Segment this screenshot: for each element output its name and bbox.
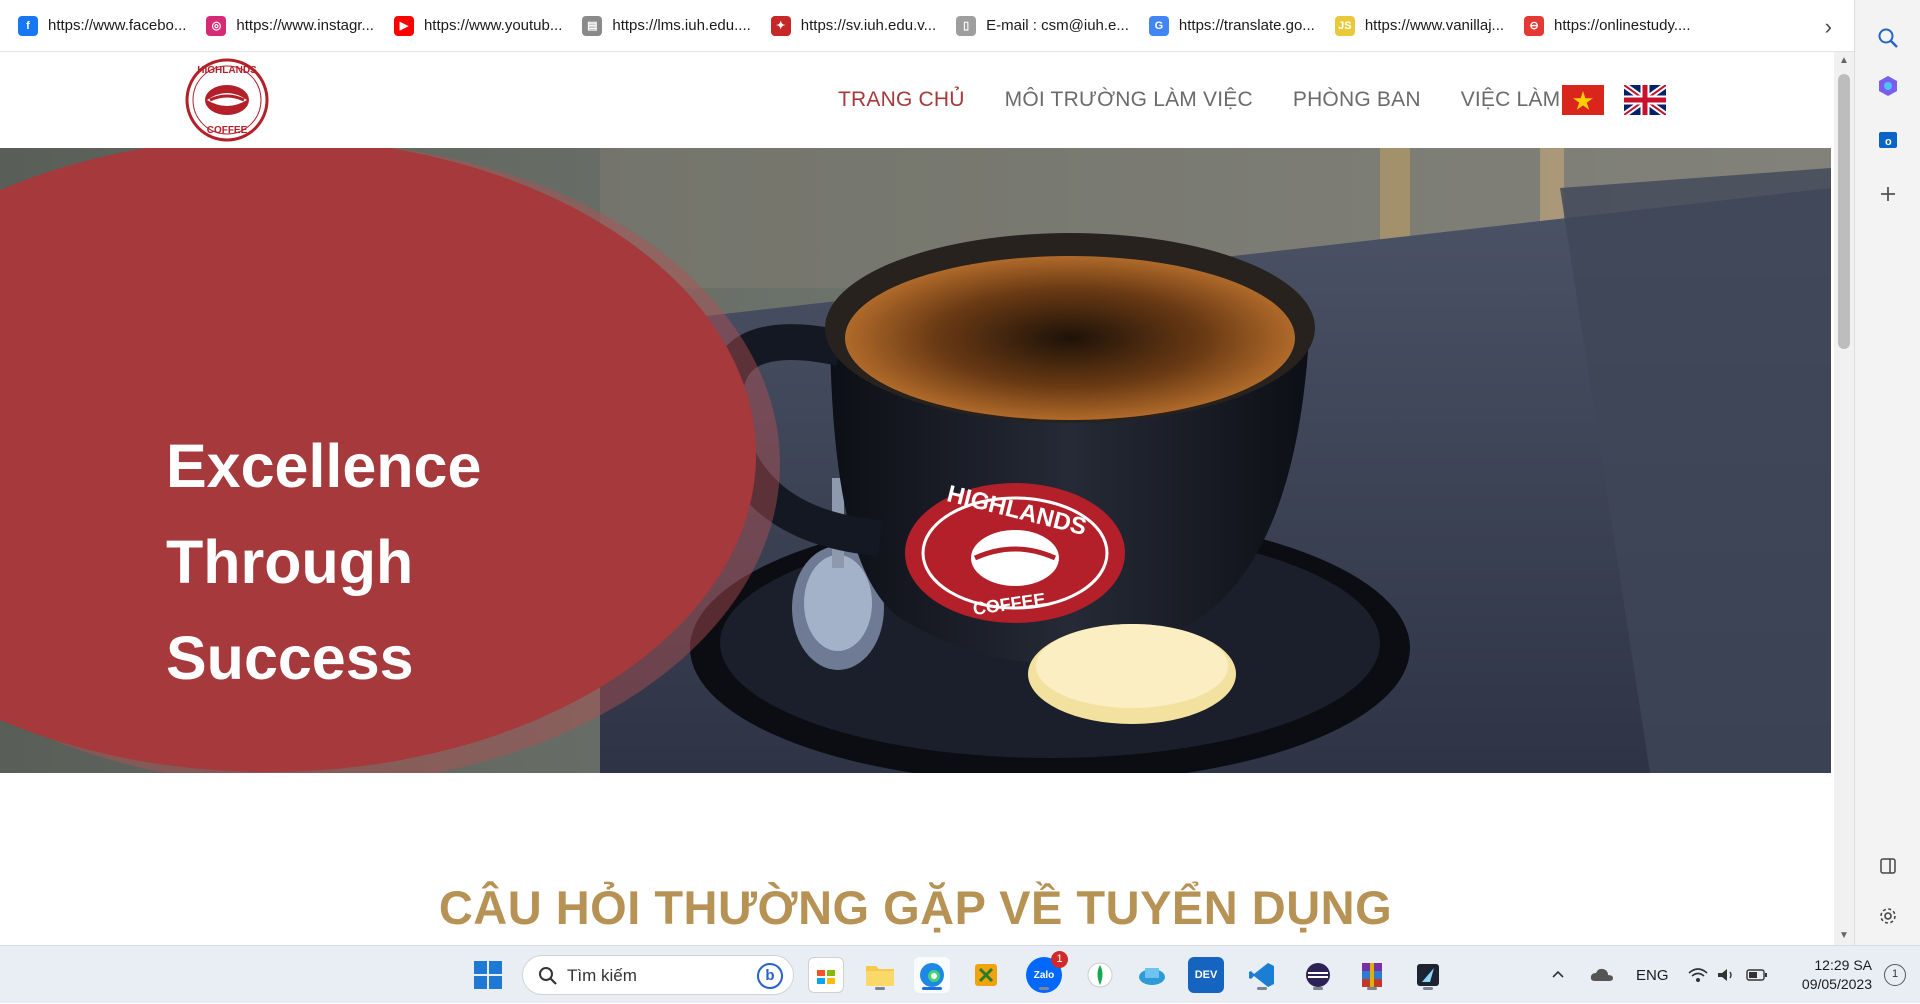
main-nav: TRANG CHỦ MÔI TRƯỜNG LÀM VIỆC PHÒNG BAN …: [838, 88, 1600, 112]
app-launcher-icon[interactable]: [1410, 957, 1446, 993]
battery-icon[interactable]: [1746, 946, 1768, 1004]
taskbar-search-box[interactable]: Tìm kiếm b: [522, 955, 794, 995]
translate-icon: G: [1148, 15, 1169, 36]
volume-icon[interactable]: [1716, 946, 1736, 1004]
outlook-icon[interactable]: o: [1874, 126, 1902, 154]
tray-overflow-chevron-icon[interactable]: [1550, 946, 1566, 1004]
bookmark-label: E-mail : csm@iuh.e...: [986, 17, 1129, 34]
site-header: HIGHLANDS COFFEE TRANG CHỦ MÔI TRƯỜNG LÀ…: [0, 52, 1834, 148]
logo-text-top: HIGHLANDS: [197, 65, 257, 76]
page-scrollbar[interactable]: ▲ ▼: [1834, 52, 1854, 945]
page-icon: ▯: [956, 15, 977, 36]
azure-data-studio-icon[interactable]: [1134, 957, 1170, 993]
search-placeholder: Tìm kiếm: [567, 966, 637, 985]
hero-headline: Excellence Through Success: [166, 418, 481, 706]
windows-start-icon[interactable]: [473, 960, 503, 990]
bookmark-item[interactable]: ▯ E-mail : csm@iuh.e...: [952, 9, 1139, 43]
iuh-icon: ✦: [770, 15, 791, 36]
browser-side-panel: o: [1854, 0, 1920, 945]
bookmark-label: https://www.facebo...: [48, 17, 187, 34]
snipping-tool-icon[interactable]: [968, 957, 1004, 993]
dev-cpp-icon[interactable]: DEV: [1188, 957, 1224, 993]
bookmark-item[interactable]: JS https://www.vanillaj...: [1331, 9, 1514, 43]
bookmark-item[interactable]: ◎ https://www.instagr...: [202, 9, 384, 43]
microsoft-store-icon[interactable]: [808, 957, 844, 993]
windows-taskbar: Tìm kiếm b Zalo 1 DEV ENG 12:29 SA 09/05…: [0, 945, 1920, 1003]
zalo-icon[interactable]: Zalo 1: [1026, 951, 1068, 993]
edge-browser-icon[interactable]: [914, 957, 950, 993]
hero-banner: HIGHLANDS COFFEE Excellence Through Succ…: [0, 148, 1831, 773]
bookmarks-bar: f https://www.facebo... ◎ https://www.insta…: [0, 0, 1854, 52]
zalo-badge: 1: [1051, 951, 1068, 968]
instagram-icon: ◎: [206, 15, 227, 36]
js-icon: JS: [1334, 15, 1355, 36]
bing-icon[interactable]: b: [757, 963, 783, 989]
clock-time: 12:29 SA: [1814, 957, 1872, 973]
scroll-down-arrow[interactable]: ▼: [1834, 927, 1854, 945]
bookmark-label: https://sv.iuh.edu.v...: [800, 17, 937, 34]
hero-line-3: Success: [166, 624, 414, 692]
language-indicator[interactable]: ENG: [1636, 946, 1669, 1004]
nav-departments[interactable]: PHÒNG BAN: [1293, 88, 1421, 112]
search-icon[interactable]: [1874, 24, 1902, 52]
notification-center-icon[interactable]: 1: [1884, 964, 1906, 986]
uk-flag-icon[interactable]: [1624, 85, 1666, 115]
bookmark-item[interactable]: ▤ https://lms.iuh.edu....: [578, 9, 760, 43]
scroll-up-arrow[interactable]: ▲: [1834, 52, 1854, 70]
clock-date: 09/05/2023: [1801, 976, 1872, 992]
copilot-icon[interactable]: [1874, 72, 1902, 100]
sidebar-toggle-icon[interactable]: [1874, 852, 1902, 880]
scroll-thumb[interactable]: [1838, 74, 1850, 349]
file-explorer-icon[interactable]: [862, 957, 898, 993]
faq-section-title: CÂU HỎI THƯỜNG GẶP VỀ TUYỂN DỤNG: [438, 881, 1393, 934]
vscode-icon[interactable]: [1244, 957, 1280, 993]
bookmark-item[interactable]: ✦ https://sv.iuh.edu.v...: [767, 9, 946, 43]
facebook-icon: f: [18, 15, 38, 36]
eclipse-icon[interactable]: [1300, 957, 1336, 993]
bookmarks-overflow-chevron-icon[interactable]: ›: [1825, 14, 1832, 40]
logo-text-bottom: COFFEE: [207, 125, 248, 136]
highlands-logo[interactable]: HIGHLANDS COFFEE: [170, 56, 284, 144]
nav-home[interactable]: TRANG CHỦ: [838, 88, 965, 112]
bookmark-item[interactable]: ⊖ https://onlinestudy....: [1520, 9, 1700, 43]
web-page: HIGHLANDS COFFEE TRANG CHỦ MÔI TRƯỜNG LÀ…: [0, 52, 1834, 945]
bookmark-label: https://onlinestudy....: [1554, 17, 1691, 34]
svg-text:o: o: [1885, 136, 1892, 148]
taskbar-clock[interactable]: 12:29 SA 09/05/2023: [1780, 956, 1872, 994]
add-icon[interactable]: [1874, 180, 1902, 208]
nav-work-environment[interactable]: MÔI TRƯỜNG LÀM VIỆC: [1005, 88, 1253, 112]
wifi-icon[interactable]: [1688, 946, 1708, 1004]
search-icon: [539, 967, 557, 985]
bookmark-label: https://lms.iuh.edu....: [612, 17, 751, 34]
winrar-icon[interactable]: [1354, 957, 1390, 993]
bookmark-label: https://www.youtub...: [423, 17, 563, 34]
bookmark-item[interactable]: ▶ https://www.youtub...: [390, 9, 572, 43]
onedrive-cloud-icon[interactable]: [1590, 946, 1614, 1004]
settings-gear-icon[interactable]: [1874, 902, 1902, 930]
bookmark-label: https://www.instagr...: [236, 17, 374, 34]
hero-line-1: Excellence: [166, 432, 482, 500]
youtube-icon: ▶: [393, 15, 414, 36]
bookmark-item[interactable]: f https://www.facebo...: [14, 9, 196, 43]
bookmark-item[interactable]: Ghttps://translate.go...: [1145, 9, 1325, 43]
onlinestudy-icon: ⊖: [1524, 15, 1545, 36]
bookmark-label: https://www.vanillaj...: [1364, 17, 1505, 34]
vietnam-flag-icon[interactable]: [1562, 85, 1604, 115]
bookmark-label: https://translate.go...: [1178, 17, 1315, 34]
hero-line-2: Through: [166, 528, 414, 596]
nav-jobs[interactable]: VIỆC LÀM: [1461, 88, 1561, 112]
lms-icon: ▤: [582, 15, 603, 36]
mongodb-compass-icon[interactable]: [1082, 957, 1118, 993]
